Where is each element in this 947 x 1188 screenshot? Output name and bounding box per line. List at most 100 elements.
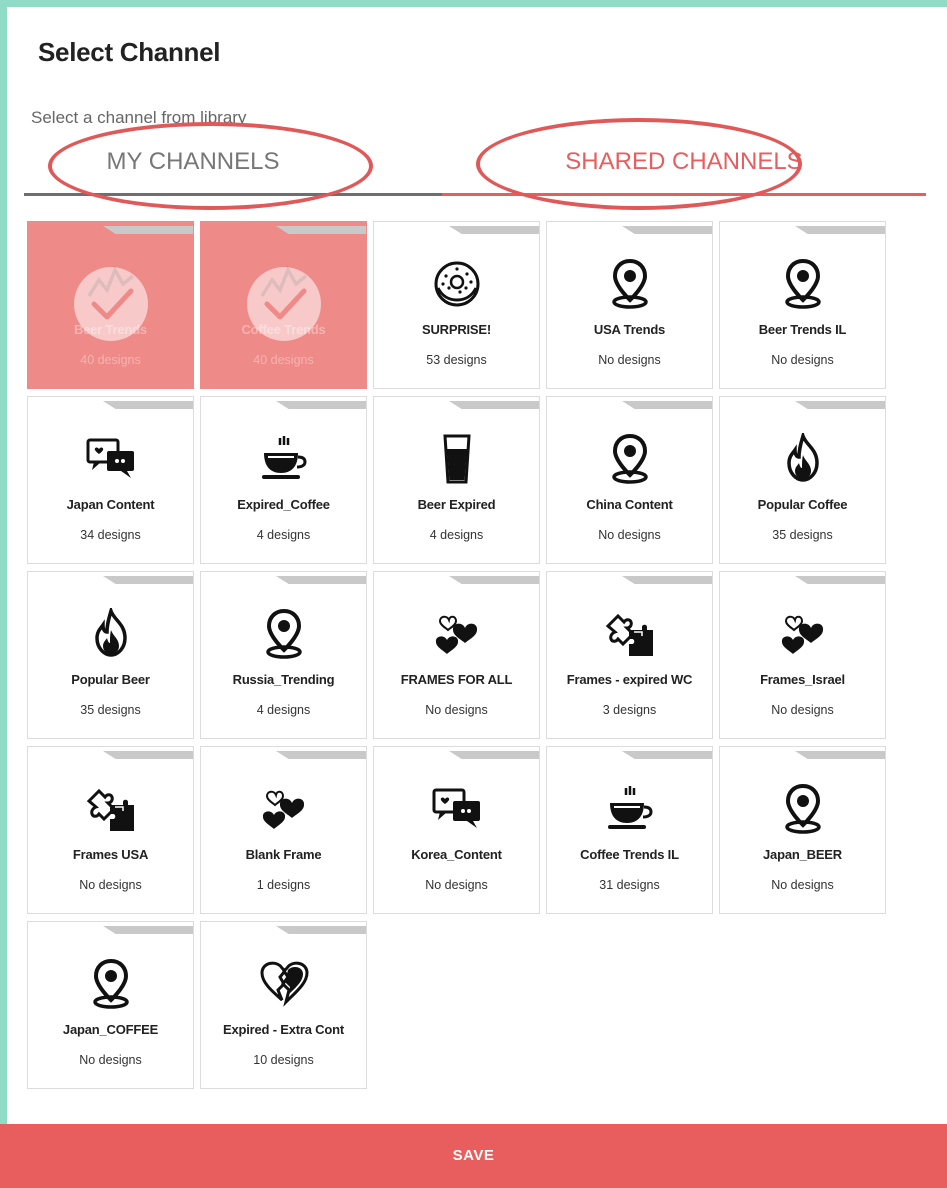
channel-design-count: No designs: [598, 353, 661, 367]
channel-name: FRAMES FOR ALL: [400, 672, 513, 687]
channel-name: Japan_BEER: [763, 847, 842, 862]
channel-name: Beer Trends IL: [758, 322, 847, 337]
channel-design-count: 1 designs: [256, 878, 311, 892]
channel-card[interactable]: Japan_BEER No designs: [719, 746, 886, 914]
channel-name: Japan_COFFEE: [62, 1022, 159, 1037]
channel-design-count: No designs: [425, 878, 488, 892]
channel-name: SURPRISE!: [422, 322, 491, 337]
channel-name: China Content: [586, 497, 673, 512]
channel-card[interactable]: Korea_Content No designs: [373, 746, 540, 914]
channel-card[interactable]: Blank Frame 1 designs: [200, 746, 367, 914]
folder-tab: [276, 226, 366, 234]
hearts-icon: [258, 783, 310, 835]
tab-my-channels-label: MY CHANNELS: [106, 148, 280, 175]
folder-tab: [449, 401, 539, 409]
channel-name: Coffee Trends IL: [580, 847, 679, 862]
channel-design-count: 4 designs: [256, 528, 311, 542]
location-pin-icon: [258, 608, 310, 660]
channel-name: Blank Frame: [245, 847, 322, 862]
channel-card[interactable]: Beer Trends IL No designs: [719, 221, 886, 389]
hearts-icon: [777, 608, 829, 660]
channel-design-count: No designs: [771, 353, 834, 367]
channel-card[interactable]: China Content No designs: [546, 396, 713, 564]
tab-shared-channels-label: SHARED CHANNELS: [565, 148, 803, 175]
location-pin-icon: [85, 958, 137, 1010]
channel-card[interactable]: USA Trends No designs: [546, 221, 713, 389]
channel-name: Expired - Extra Cont: [223, 1022, 344, 1037]
folder-tab: [622, 751, 712, 759]
channel-name: Popular Coffee: [757, 497, 848, 512]
beer-glass-icon: [431, 433, 483, 485]
channel-grid: Beer Trends40 designsCoffee Trends40 des…: [27, 221, 886, 1089]
channel-name: Frames - expired WC: [566, 672, 693, 687]
folder-tab: [622, 401, 712, 409]
folder-tab: [103, 576, 193, 584]
folder-tab: [103, 401, 193, 409]
puzzle-icon: [85, 783, 137, 835]
folder-tab: [103, 226, 193, 234]
channel-card[interactable]: FRAMES FOR ALL No designs: [373, 571, 540, 739]
channel-card[interactable]: Beer Expired 4 designs: [373, 396, 540, 564]
folder-tab: [103, 751, 193, 759]
channel-name: USA Trends: [593, 322, 666, 337]
channel-card[interactable]: Popular Coffee 35 designs: [719, 396, 886, 564]
folder-tab: [622, 576, 712, 584]
dialog-subtitle: Select a channel from library: [31, 108, 247, 127]
puzzle-icon: [604, 608, 656, 660]
tab-shared-channels[interactable]: SHARED CHANNELS: [442, 143, 926, 196]
dialog-title: Select Channel: [38, 37, 221, 67]
folder-tab: [795, 751, 885, 759]
channel-card[interactable]: Frames_Israel No designs: [719, 571, 886, 739]
folder-tab: [449, 751, 539, 759]
coffee-cup-icon: [258, 433, 310, 485]
channel-card[interactable]: Popular Beer 35 designs: [27, 571, 194, 739]
folder-tab: [622, 226, 712, 234]
channel-design-count: No designs: [79, 878, 142, 892]
folder-tab: [276, 926, 366, 934]
folder-tab: [795, 576, 885, 584]
tab-my-channels[interactable]: MY CHANNELS: [24, 143, 442, 196]
folder-tab: [795, 226, 885, 234]
channel-name: Japan Content: [66, 497, 155, 512]
channel-card[interactable]: Frames USA No designs: [27, 746, 194, 914]
channel-design-count: 34 designs: [80, 528, 141, 542]
channel-card[interactable]: Expired_Coffee 4 designs: [200, 396, 367, 564]
flame-icon: [85, 608, 137, 660]
folder-tab: [449, 576, 539, 584]
folder-tab: [276, 576, 366, 584]
flame-icon: [777, 433, 829, 485]
channel-design-count: No designs: [771, 703, 834, 717]
channel-design-count: No designs: [598, 528, 661, 542]
channel-card[interactable]: Expired - Extra Cont 10 designs: [200, 921, 367, 1089]
channel-design-count: No designs: [79, 1053, 142, 1067]
channel-name: Russia_Trending: [232, 672, 335, 687]
folder-tab: [795, 401, 885, 409]
coffee-cup-icon: [604, 783, 656, 835]
channel-design-count: 40 designs: [80, 353, 141, 367]
chat-bubbles-icon: [431, 783, 483, 835]
save-button[interactable]: SAVE: [0, 1124, 947, 1188]
location-pin-icon: [777, 258, 829, 310]
channel-design-count: 40 designs: [253, 353, 314, 367]
channel-design-count: No designs: [771, 878, 834, 892]
donut-icon: [431, 258, 483, 310]
channel-design-count: 53 designs: [426, 353, 487, 367]
channel-design-count: 35 designs: [772, 528, 833, 542]
hearts-icon: [431, 608, 483, 660]
channel-name: Korea_Content: [411, 847, 502, 862]
channel-card[interactable]: Coffee Trends40 designs: [200, 221, 367, 389]
broken-heart-icon: [258, 958, 310, 1010]
channel-name: Frames USA: [72, 847, 149, 862]
location-pin-icon: [604, 433, 656, 485]
folder-tab: [449, 226, 539, 234]
check-icon: [246, 267, 321, 341]
channel-card[interactable]: Japan Content 34 designs: [27, 396, 194, 564]
channel-card[interactable]: Russia_Trending 4 designs: [200, 571, 367, 739]
location-pin-icon: [777, 783, 829, 835]
channel-card[interactable]: Japan_COFFEE No designs: [27, 921, 194, 1089]
channel-card[interactable]: Coffee Trends IL 31 designs: [546, 746, 713, 914]
channel-card[interactable]: SURPRISE! 53 designs: [373, 221, 540, 389]
channel-design-count: 4 designs: [429, 528, 484, 542]
channel-card[interactable]: Frames - expired WC 3 designs: [546, 571, 713, 739]
channel-card[interactable]: Beer Trends40 designs: [27, 221, 194, 389]
